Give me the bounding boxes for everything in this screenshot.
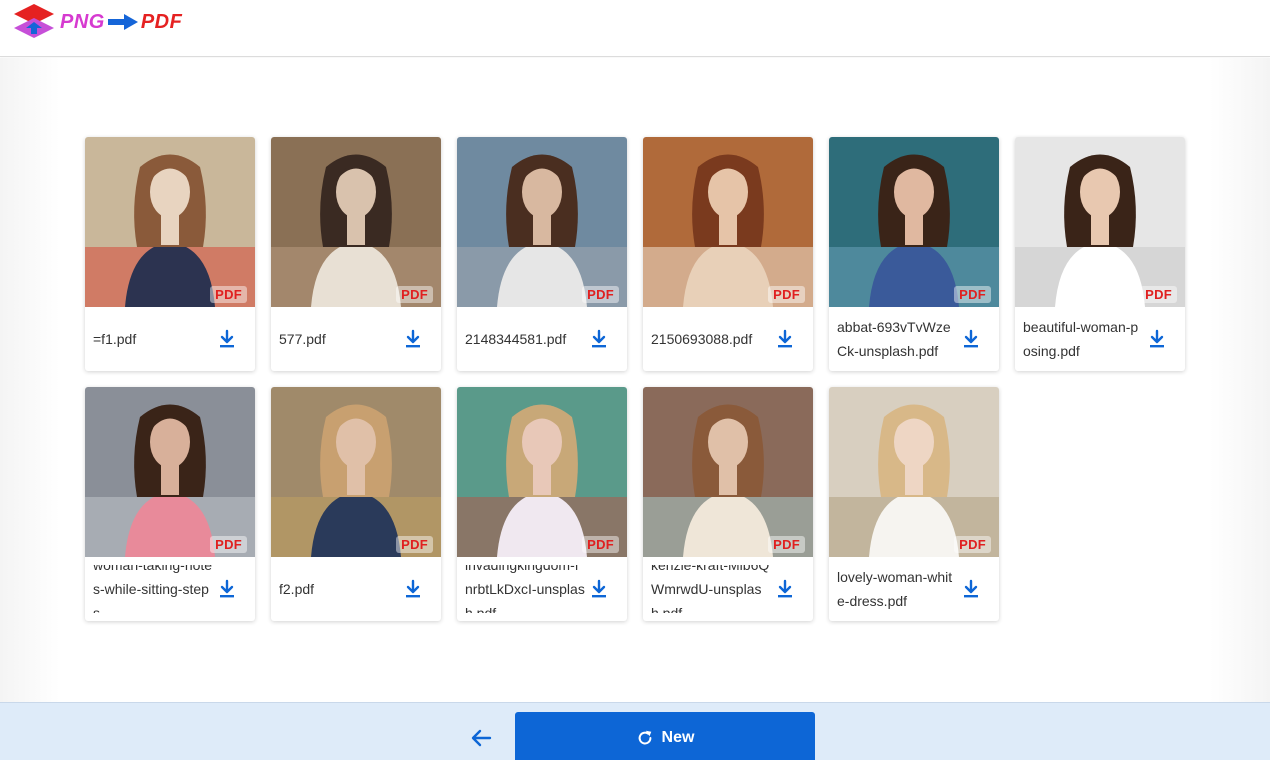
file-card-footer: invadingkingdom-fnrbtLkDxcI-unsplash.pdf xyxy=(457,557,627,621)
footer-bar: New xyxy=(0,702,1270,760)
photo-image xyxy=(829,137,999,307)
logo-text-pdf: PDF xyxy=(140,10,183,33)
download-icon[interactable] xyxy=(961,579,981,599)
file-card-footer: beautiful-woman-posing.pdf xyxy=(1015,307,1185,371)
new-button-label: New xyxy=(661,729,695,746)
file-name: 2148344581.pdf xyxy=(465,331,567,347)
photo-image xyxy=(85,137,255,307)
file-thumbnail: PDF xyxy=(457,137,627,307)
photo-image xyxy=(643,137,813,307)
file-card-footer: 2150693088.pdf xyxy=(643,307,813,371)
download-icon[interactable] xyxy=(217,579,237,599)
file-card-footer: 577.pdf xyxy=(271,307,441,371)
file-name: kenzie-kraft-Mlb6QWmrwdU-unsplash.pdf xyxy=(651,565,770,613)
photo-image xyxy=(271,137,441,307)
arrow-right-icon xyxy=(107,14,138,30)
file-card-footer: woman-taking-notes-while-sitting-steps xyxy=(85,557,255,621)
photo-image xyxy=(829,387,999,557)
file-card-footer: abbat-693vTvWzeCk-unsplash.pdf xyxy=(829,307,999,371)
pdf-badge: PDF xyxy=(954,536,991,553)
file-name: abbat-693vTvWzeCk-unsplash.pdf xyxy=(837,319,951,359)
photo-image xyxy=(457,137,627,307)
file-card-footer: =f1.pdf xyxy=(85,307,255,371)
file-name: 2150693088.pdf xyxy=(651,331,753,347)
file-name: f2.pdf xyxy=(279,581,315,597)
file-card[interactable]: PDF invadingkingdom-fnrbtLkDxcI-unsplash… xyxy=(457,387,627,621)
new-button[interactable]: New xyxy=(515,712,815,760)
file-card[interactable]: PDF beautiful-woman-posing.pdf xyxy=(1015,137,1185,371)
download-icon[interactable] xyxy=(589,579,609,599)
arrow-left-icon[interactable] xyxy=(468,725,494,751)
file-card[interactable]: PDF lovely-woman-white-dress.pdf xyxy=(829,387,999,621)
file-thumbnail: PDF xyxy=(1015,137,1185,307)
pdf-badge: PDF xyxy=(768,536,805,553)
app-window: PNG PDF PDF =f1.pdf PDF 577.pdf PDF 2148… xyxy=(0,0,1270,760)
refresh-icon xyxy=(638,730,651,745)
file-card[interactable]: PDF abbat-693vTvWzeCk-unsplash.pdf xyxy=(829,137,999,371)
photo-image xyxy=(271,387,441,557)
file-name: lovely-woman-white-dress.pdf xyxy=(837,569,953,609)
download-icon[interactable] xyxy=(1147,329,1167,349)
main-content: PDF =f1.pdf PDF 577.pdf PDF 2148344581.p… xyxy=(0,58,1270,702)
logo-icon xyxy=(14,4,54,38)
file-thumbnail: PDF xyxy=(643,387,813,557)
file-grid: PDF =f1.pdf PDF 577.pdf PDF 2148344581.p… xyxy=(85,137,1185,621)
file-thumbnail: PDF xyxy=(271,387,441,557)
photo-image xyxy=(643,387,813,557)
file-name: beautiful-woman-posing.pdf xyxy=(1023,319,1139,359)
pdf-badge: PDF xyxy=(396,536,433,553)
pdf-badge: PDF xyxy=(1140,286,1177,303)
download-icon[interactable] xyxy=(403,579,423,599)
logo-text-png: PNG xyxy=(60,10,105,33)
file-thumbnail: PDF xyxy=(85,137,255,307)
photo-image xyxy=(457,387,627,557)
file-name: woman-taking-notes-while-sitting-steps xyxy=(93,565,213,613)
file-thumbnail: PDF xyxy=(457,387,627,557)
file-card[interactable]: PDF 2150693088.pdf xyxy=(643,137,813,371)
download-icon[interactable] xyxy=(403,329,423,349)
pdf-badge: PDF xyxy=(210,536,247,553)
file-name: invadingkingdom-fnrbtLkDxcI-unsplash.pdf xyxy=(465,565,585,613)
pdf-badge: PDF xyxy=(582,286,619,303)
file-card[interactable]: PDF kenzie-kraft-Mlb6QWmrwdU-unsplash.pd… xyxy=(643,387,813,621)
pdf-badge: PDF xyxy=(396,286,433,303)
file-thumbnail: PDF xyxy=(829,387,999,557)
file-card[interactable]: PDF 577.pdf xyxy=(271,137,441,371)
file-name: 577.pdf xyxy=(279,331,326,347)
pdf-badge: PDF xyxy=(768,286,805,303)
file-card-footer: kenzie-kraft-Mlb6QWmrwdU-unsplash.pdf xyxy=(643,557,813,621)
pdf-badge: PDF xyxy=(954,286,991,303)
file-thumbnail: PDF xyxy=(643,137,813,307)
file-name: =f1.pdf xyxy=(93,331,137,347)
file-card[interactable]: PDF f2.pdf xyxy=(271,387,441,621)
photo-image xyxy=(1015,137,1185,307)
photo-image xyxy=(85,387,255,557)
header: PNG PDF xyxy=(0,0,1270,57)
download-icon[interactable] xyxy=(961,329,981,349)
file-card-footer: 2148344581.pdf xyxy=(457,307,627,371)
file-card[interactable]: PDF =f1.pdf xyxy=(85,137,255,371)
file-thumbnail: PDF xyxy=(271,137,441,307)
file-card[interactable]: PDF woman-taking-notes-while-sitting-ste… xyxy=(85,387,255,621)
pdf-badge: PDF xyxy=(210,286,247,303)
file-card[interactable]: PDF 2148344581.pdf xyxy=(457,137,627,371)
file-card-footer: lovely-woman-white-dress.pdf xyxy=(829,557,999,621)
download-icon[interactable] xyxy=(217,329,237,349)
logo[interactable]: PNG PDF xyxy=(12,4,182,40)
download-icon[interactable] xyxy=(775,329,795,349)
download-icon[interactable] xyxy=(589,329,609,349)
download-icon[interactable] xyxy=(775,579,795,599)
file-thumbnail: PDF xyxy=(85,387,255,557)
file-card-footer: f2.pdf xyxy=(271,557,441,621)
file-thumbnail: PDF xyxy=(829,137,999,307)
pdf-badge: PDF xyxy=(582,536,619,553)
